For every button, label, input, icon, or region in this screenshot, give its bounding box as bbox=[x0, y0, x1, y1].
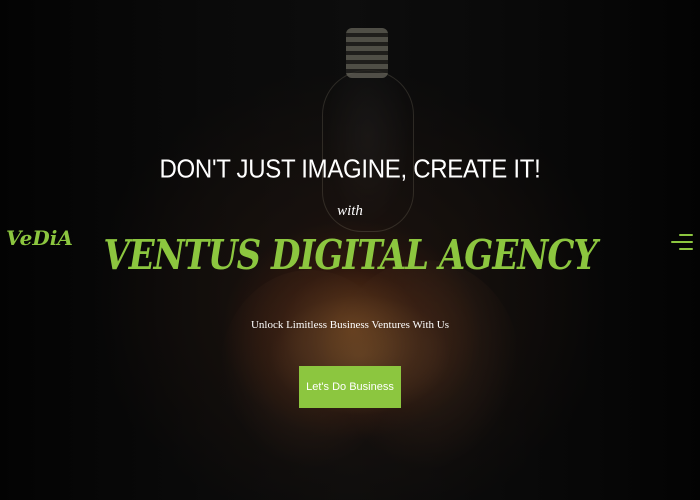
agency-name: VENTUS DIGITAL AGENCY bbox=[103, 232, 597, 280]
hero-headline: DON'T JUST IMAGINE, CREATE IT! bbox=[159, 154, 541, 185]
lets-do-business-button[interactable]: Let's Do Business bbox=[299, 366, 401, 408]
hero-tagline: Unlock Limitless Business Ventures With … bbox=[250, 319, 450, 331]
hero-with-text: with bbox=[337, 203, 363, 219]
